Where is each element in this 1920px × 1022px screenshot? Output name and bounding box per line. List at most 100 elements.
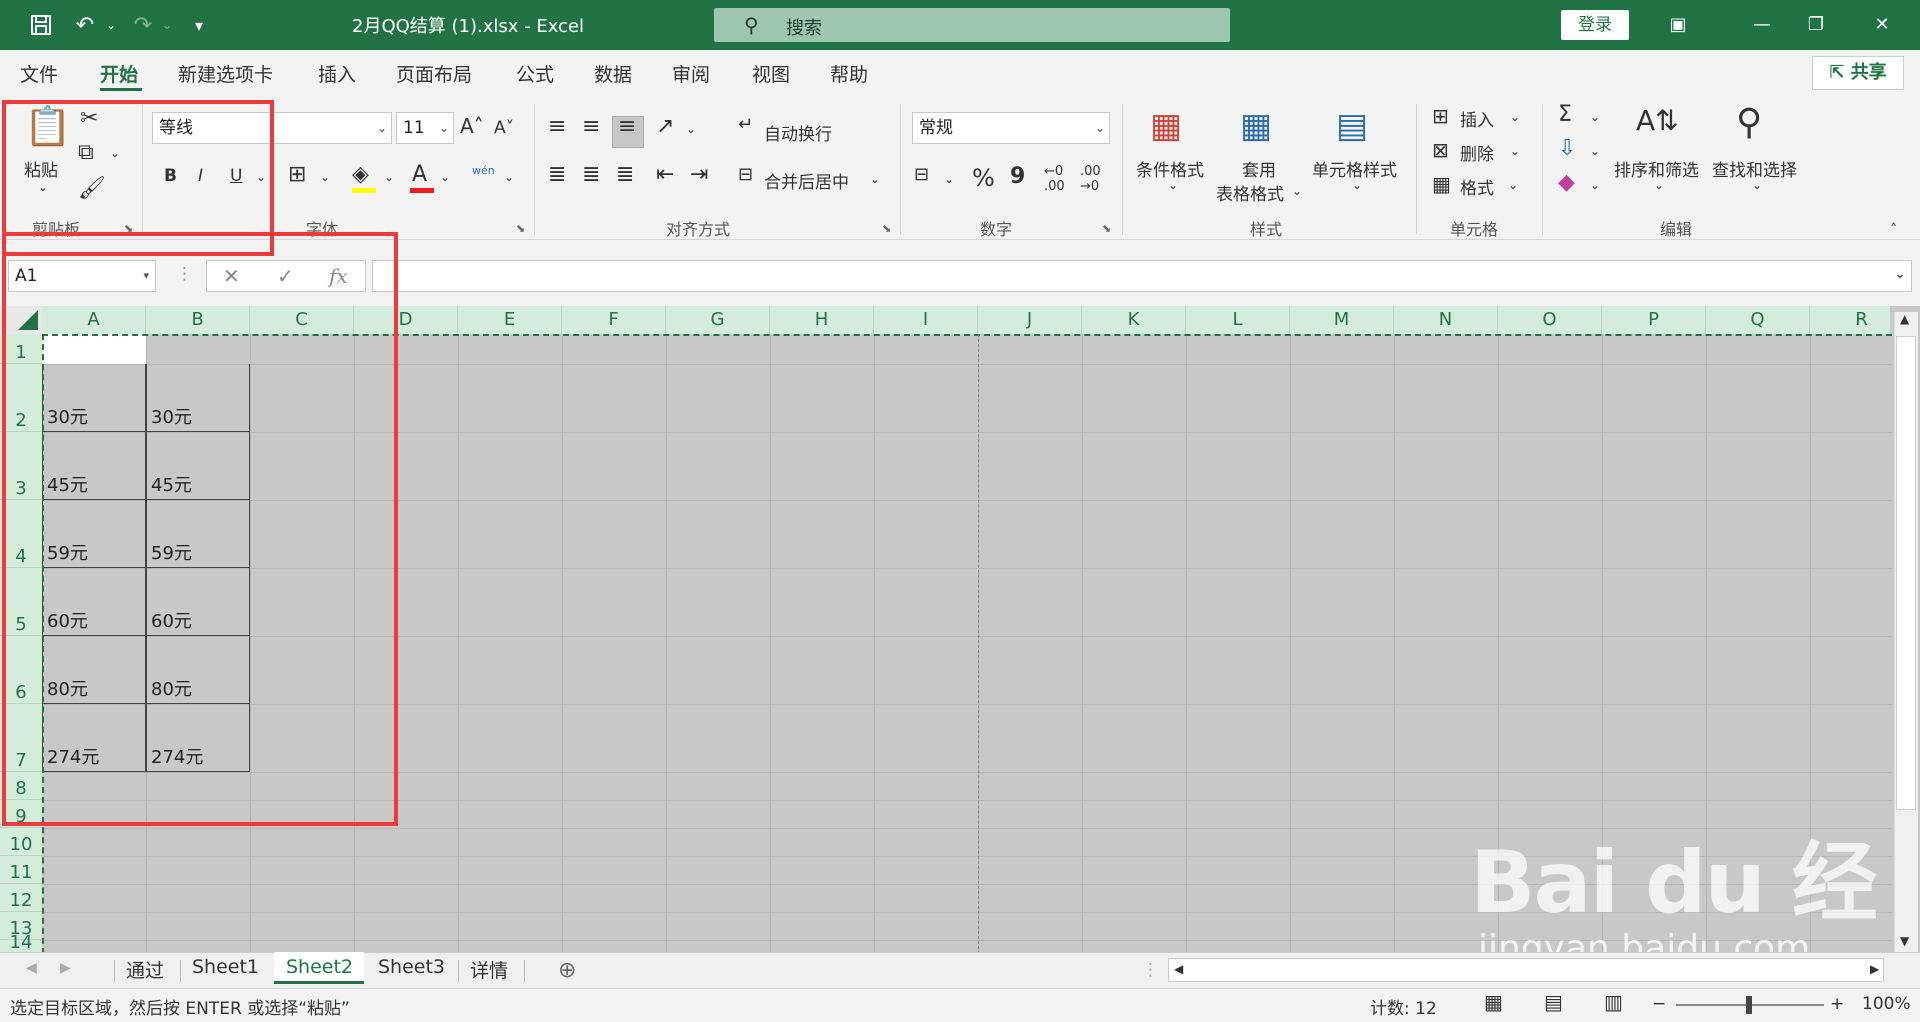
column-header-i[interactable]: I (874, 306, 978, 334)
pinyin-dropdown-icon[interactable]: ⌄ (504, 170, 514, 184)
cell-b7[interactable]: 274元 (146, 704, 250, 772)
fill-color-icon[interactable]: ◈ (352, 162, 369, 187)
fill-dropdown-icon[interactable]: ⌄ (1590, 144, 1600, 158)
select-all-button[interactable] (0, 306, 42, 334)
accounting-dropdown-icon[interactable]: ⌄ (944, 172, 954, 186)
zoom-in-icon[interactable]: + (1830, 994, 1844, 1014)
page-break-view-icon[interactable]: ▥ (1604, 990, 1623, 1014)
row-header-7[interactable]: 7 (0, 704, 42, 772)
collapse-ribbon-icon[interactable]: ˄ (1890, 222, 1897, 238)
comma-button[interactable]: 9 (1010, 164, 1025, 189)
column-header-a[interactable]: A (42, 306, 146, 334)
conditional-dropdown-icon[interactable]: ⌄ (1168, 178, 1178, 192)
enter-icon[interactable]: ✓ (277, 264, 294, 288)
column-header-j[interactable]: J (978, 306, 1082, 334)
format-table-line2[interactable]: 表格格式 (1216, 180, 1284, 205)
font-size-combo[interactable]: 11 ⌄ (396, 112, 454, 144)
vertical-scroll-thumb[interactable] (1896, 336, 1916, 810)
sheet-tab-sheet2[interactable]: Sheet2 (286, 956, 353, 978)
fill-icon[interactable]: ⇩ (1558, 136, 1576, 161)
scroll-up-icon[interactable]: ▲ (1900, 312, 1909, 326)
sheet-tab-sheet3[interactable]: Sheet3 (378, 956, 445, 978)
cell-b3[interactable]: 45元 (146, 432, 250, 500)
clipboard-launcher-icon[interactable]: ⬊ (124, 222, 133, 235)
login-button[interactable]: 登录 (1561, 10, 1629, 40)
close-icon[interactable]: ✕ (1862, 10, 1902, 40)
align-left-icon[interactable]: ≣ (548, 162, 566, 187)
page-layout-view-icon[interactable]: ▤ (1544, 990, 1563, 1014)
autosum-dropdown-icon[interactable]: ⌄ (1590, 110, 1600, 124)
cell-a1[interactable] (42, 334, 146, 364)
clear-icon[interactable]: ◆ (1558, 170, 1575, 195)
cut-icon[interactable]: ✂ (80, 106, 98, 131)
tab-home[interactable]: 开始 (100, 60, 138, 87)
autosum-icon[interactable]: Σ (1558, 102, 1572, 127)
accounting-format-icon[interactable]: ⊟ (914, 164, 929, 185)
prev-sheet-icon[interactable]: ◀ (26, 960, 37, 976)
cell-b2[interactable]: 30元 (146, 364, 250, 432)
undo-dropdown-icon[interactable]: ⌄ (96, 10, 126, 40)
share-button[interactable]: ⇱ 共享 (1812, 56, 1904, 90)
column-header-p[interactable]: P (1602, 306, 1706, 334)
scroll-right-icon[interactable]: ▶ (1870, 962, 1879, 976)
merge-center-button[interactable]: 合并后居中 (764, 168, 849, 193)
pinyin-icon[interactable]: wén (472, 164, 495, 177)
delete-cells-icon[interactable]: ⊠ (1432, 138, 1449, 162)
format-table-icon[interactable]: ▦ (1240, 106, 1272, 146)
save-icon[interactable] (26, 10, 56, 40)
cell-a3[interactable]: 45元 (42, 432, 146, 500)
insert-dropdown-icon[interactable]: ⌄ (1510, 110, 1520, 124)
minimize-icon[interactable]: — (1742, 10, 1782, 40)
increase-indent-icon[interactable]: ⇥ (690, 162, 708, 187)
tab-new[interactable]: 新建选项卡 (178, 60, 273, 87)
align-center-icon[interactable]: ≣ (582, 162, 600, 187)
row-header-5[interactable]: 5 (0, 568, 42, 636)
sheet-tab-details[interactable]: 详情 (470, 956, 508, 983)
paste-icon[interactable]: 📋 (24, 104, 71, 149)
tab-file[interactable]: 文件 (20, 60, 58, 87)
number-launcher-icon[interactable]: ⬊ (1102, 222, 1111, 235)
column-header-l[interactable]: L (1186, 306, 1290, 334)
format-table-dropdown-icon[interactable]: ⌄ (1292, 184, 1302, 198)
cell-b4[interactable]: 59元 (146, 500, 250, 568)
insert-function-icon[interactable]: fx (329, 264, 348, 288)
cell-a6[interactable]: 80元 (42, 636, 146, 704)
normal-view-icon[interactable]: ▦ (1484, 990, 1503, 1014)
font-color-icon[interactable]: A (412, 162, 427, 187)
row-header-12[interactable]: 12 (0, 884, 42, 912)
underline-dropdown-icon[interactable]: ⌄ (256, 170, 266, 184)
decrease-indent-icon[interactable]: ⇤ (656, 162, 674, 187)
alignment-launcher-icon[interactable]: ⬊ (882, 222, 891, 235)
sort-filter-icon[interactable]: A⇅ (1636, 104, 1679, 137)
orientation-dropdown-icon[interactable]: ⌄ (686, 122, 696, 136)
format-painter-icon[interactable]: 🖌 (78, 176, 106, 201)
cell-styles-dropdown-icon[interactable]: ⌄ (1352, 178, 1362, 192)
row-header-1[interactable]: 1 (0, 334, 42, 364)
cell-b6[interactable]: 80元 (146, 636, 250, 704)
zoom-slider-thumb[interactable] (1746, 996, 1752, 1014)
zoom-out-icon[interactable]: − (1652, 994, 1666, 1014)
increase-decimal-icon[interactable]: ←0.00 (1044, 164, 1065, 194)
decrease-decimal-icon[interactable]: .00 →0 (1080, 164, 1101, 194)
underline-button[interactable]: U (230, 166, 242, 186)
expand-formula-icon[interactable]: ⌄ (1894, 266, 1906, 282)
font-color-dropdown-icon[interactable]: ⌄ (440, 170, 450, 184)
tab-view[interactable]: 视图 (752, 60, 790, 87)
borders-icon[interactable]: ⊞ (288, 162, 306, 187)
cell-a5[interactable]: 60元 (42, 568, 146, 636)
insert-cells-icon[interactable]: ⊞ (1432, 104, 1449, 128)
add-sheet-icon[interactable]: ⊕ (558, 958, 576, 983)
cell-b5[interactable]: 60元 (146, 568, 250, 636)
restore-icon[interactable]: ❐ (1796, 10, 1836, 40)
cell-styles-icon[interactable]: ▤ (1336, 106, 1368, 146)
delete-dropdown-icon[interactable]: ⌄ (1510, 144, 1520, 158)
increase-font-icon[interactable]: A˄ (460, 114, 484, 138)
copy-dropdown-icon[interactable]: ⌄ (110, 146, 120, 160)
row-header-11[interactable]: 11 (0, 856, 42, 884)
clear-dropdown-icon[interactable]: ⌄ (1590, 178, 1600, 192)
column-header-d[interactable]: D (354, 306, 458, 334)
decrease-font-icon[interactable]: A˅ (494, 118, 514, 138)
sheet-tab-sheet1[interactable]: Sheet1 (192, 956, 259, 978)
column-header-n[interactable]: N (1394, 306, 1498, 334)
cell-a4[interactable]: 59元 (42, 500, 146, 568)
